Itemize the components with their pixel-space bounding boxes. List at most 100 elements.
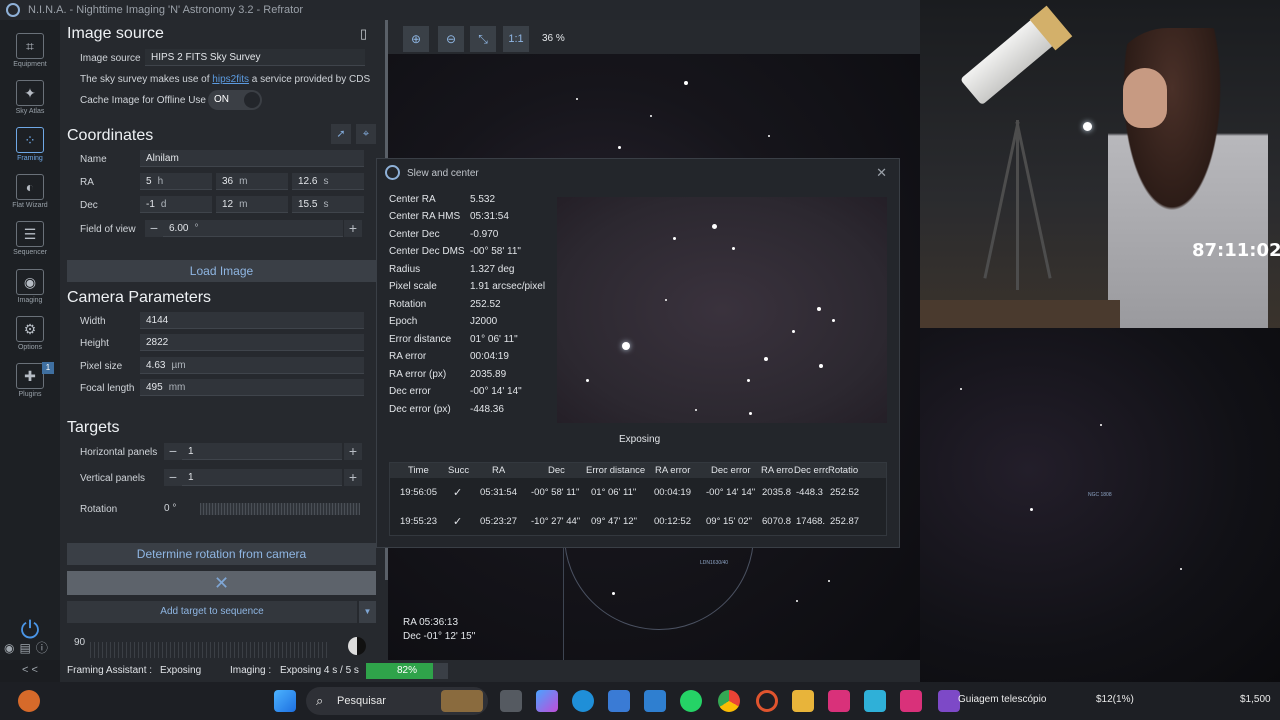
sidebar-item-sequencer[interactable]: ☰ Sequencer xyxy=(0,218,60,264)
column-header[interactable]: Time xyxy=(408,465,438,476)
fit-icon[interactable]: ⤡ xyxy=(470,26,496,52)
ra-minutes-input[interactable]: 36 m xyxy=(216,173,288,190)
copilot-icon[interactable] xyxy=(536,690,558,712)
vertical-panels-input[interactable]: 1 xyxy=(182,469,342,486)
horizontal-panels-input[interactable]: 1 xyxy=(182,443,342,460)
center-ra-row: Center RA 5.532 xyxy=(389,194,496,205)
edge-icon[interactable] xyxy=(572,690,594,712)
name-input[interactable]: Alnilam xyxy=(140,150,364,167)
dialog-status: Exposing xyxy=(619,434,661,445)
column-header[interactable]: Dec xyxy=(548,465,576,476)
table-cell: -10° 27' 44" xyxy=(531,516,581,527)
zoom-in-icon[interactable]: ⊕ xyxy=(403,26,429,52)
error-distance-row: Error distance 01° 06' 11" xyxy=(389,334,518,345)
sidebar-item-label: Framing xyxy=(17,155,43,162)
rotation-slider[interactable] xyxy=(200,503,360,515)
office-icon[interactable] xyxy=(756,690,778,712)
ra-seconds-input[interactable]: 12.6 s xyxy=(292,173,364,190)
contrast-icon[interactable] xyxy=(348,637,366,655)
dialog-title: Slew and center xyxy=(407,168,479,179)
dec-label: Dec xyxy=(80,200,98,211)
location-pin-icon[interactable]: ⌖ xyxy=(356,124,376,144)
vpanels-increment-button[interactable]: + xyxy=(344,469,362,486)
column-header[interactable]: RA xyxy=(492,465,520,476)
fov-increment-button[interactable]: + xyxy=(344,220,362,237)
cancel-icon[interactable]: ✕ xyxy=(67,571,376,595)
whatsapp-icon[interactable] xyxy=(680,690,702,712)
star xyxy=(1180,568,1182,570)
star xyxy=(796,600,798,602)
column-header[interactable]: Dec erro xyxy=(794,465,828,476)
zoom-out-icon[interactable]: ⊖ xyxy=(438,26,464,52)
store-icon[interactable] xyxy=(608,690,630,712)
sidebar-item-flat-wizard[interactable]: ◐ Flat Wizard xyxy=(0,171,60,217)
dec-error-px-row: Dec error (px) -448.36 xyxy=(389,404,504,415)
task-view-icon[interactable] xyxy=(500,690,522,712)
hips2fits-link[interactable]: hips2fits xyxy=(212,74,249,85)
dec-minutes-input[interactable]: 12 m xyxy=(216,196,288,213)
image-source-select[interactable]: HIPS 2 FITS Sky Survey▼ xyxy=(145,49,445,66)
fov-decrement-button[interactable]: − xyxy=(145,220,163,237)
star xyxy=(749,412,752,415)
imaging-icon: ◉ xyxy=(16,269,44,295)
app-icon[interactable] xyxy=(900,690,922,712)
load-image-button[interactable]: Load Image xyxy=(67,260,376,282)
sidebar-item-options[interactable]: ⚙ Options xyxy=(0,313,60,359)
chrome-icon[interactable] xyxy=(718,690,740,712)
column-header[interactable]: Succ xyxy=(448,465,470,476)
book-icon[interactable]: ▯ xyxy=(360,26,367,42)
determine-rotation-button[interactable]: Determine rotation from camera xyxy=(67,543,376,565)
taskbar-search[interactable]: ⌕ Pesquisar xyxy=(306,687,488,715)
app-icon[interactable] xyxy=(864,690,886,712)
dec-degrees-input[interactable]: -1 d xyxy=(140,196,212,213)
weather-icon[interactable] xyxy=(18,690,40,712)
vpanels-decrement-button[interactable]: − xyxy=(164,469,182,486)
zoom-1to1-button[interactable]: 1:1 xyxy=(503,26,529,52)
toggle-state: ON xyxy=(214,94,229,105)
sidebar-item-plugins[interactable]: ✚ 1 Plugins xyxy=(0,360,60,406)
eye-icon[interactable]: ◉ xyxy=(4,641,19,655)
sidebar-item-equipment[interactable]: ⌗ Equipment xyxy=(0,30,60,76)
file-explorer-icon[interactable] xyxy=(792,690,814,712)
height-input[interactable]: 2822 xyxy=(140,334,364,351)
table-cell: 19:55:23 xyxy=(400,516,437,527)
chevron-down-icon[interactable]: ▼ xyxy=(359,601,376,623)
hpanels-increment-button[interactable]: + xyxy=(344,443,362,460)
focal-length-input[interactable]: 495 mm xyxy=(140,379,364,396)
sidebar-item-label: Options xyxy=(17,344,43,351)
column-header[interactable]: Dec error xyxy=(711,465,755,476)
taskbar-window-label[interactable]: Guiagem telescópio xyxy=(958,694,1046,705)
app-icon[interactable] xyxy=(644,690,666,712)
center-dec-row: Center Dec -0.970 xyxy=(389,229,499,240)
width-input[interactable]: 4144 xyxy=(140,312,364,329)
collapse-button[interactable]: < < xyxy=(22,664,38,676)
rotation-value[interactable]: 0 ° xyxy=(164,503,176,514)
star xyxy=(695,409,697,411)
close-icon[interactable]: ✕ xyxy=(876,165,887,181)
pixel-size-input[interactable]: 4.63 µm xyxy=(140,357,364,374)
column-header[interactable]: Rotatio xyxy=(828,465,862,476)
star xyxy=(768,135,770,137)
hpanels-decrement-button[interactable]: − xyxy=(164,443,182,460)
app-icon[interactable] xyxy=(828,690,850,712)
fov-input[interactable]: 6.00 ° xyxy=(163,220,343,237)
sidebar-item-sky-atlas[interactable]: ✦ Sky Atlas xyxy=(0,77,60,123)
info-icon[interactable]: ⓘ xyxy=(36,641,53,655)
obs-icon[interactable] xyxy=(938,690,960,712)
book-icon[interactable]: ▤ xyxy=(19,641,35,655)
sidebar-item-imaging[interactable]: ◉ Imaging xyxy=(0,266,60,312)
column-header[interactable]: RA erro xyxy=(761,465,793,476)
framing-status-label: Framing Assistant : xyxy=(67,665,153,676)
windows-start-icon[interactable] xyxy=(274,690,296,712)
ra-hours-input[interactable]: 5h xyxy=(140,173,212,190)
dec-seconds-input[interactable]: 15.5 s xyxy=(292,196,364,213)
column-header[interactable]: RA error xyxy=(655,465,695,476)
tripod-leg xyxy=(1015,121,1052,279)
star xyxy=(764,357,768,361)
cache-image-toggle[interactable]: ON xyxy=(208,90,262,110)
column-header[interactable]: Error distance xyxy=(586,465,648,476)
sidebar-item-framing[interactable]: ⁘ Framing xyxy=(0,124,60,170)
star xyxy=(817,307,821,311)
add-target-to-sequence-button[interactable]: Add target to sequence xyxy=(67,601,357,623)
telescope-icon[interactable]: ➚ xyxy=(331,124,351,144)
